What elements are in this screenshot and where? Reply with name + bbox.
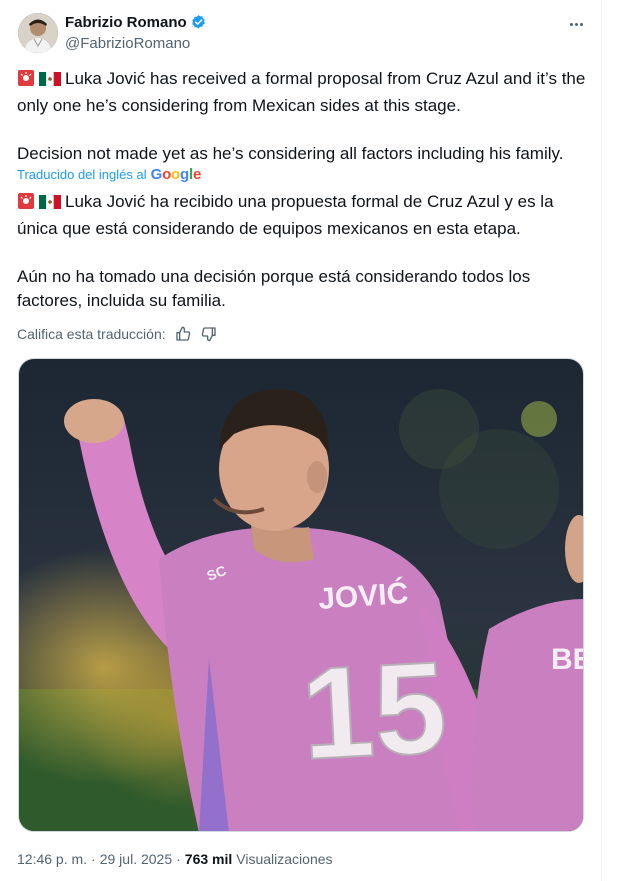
view-count: 763 mil	[184, 851, 233, 867]
meta-separator: ·	[91, 851, 96, 867]
tweet-date[interactable]: 29 jul. 2025	[100, 851, 172, 867]
translation-line-1: Luka Jović ha recibido una propuesta for…	[17, 192, 554, 238]
meta-separator-2: ·	[176, 851, 181, 867]
tweet-header: Fabrizio Romano @FabrizioRomano	[17, 12, 587, 56]
mexico-flag-icon	[39, 70, 61, 94]
rate-translation-label: Califica esta traducción:	[17, 326, 166, 342]
translation-paragraph-1: Luka Jović ha recibido una propuesta for…	[17, 190, 587, 241]
tweet-original-text: Luka Jović has received a formal proposa…	[17, 67, 587, 166]
original-line-2: Decision not made yet as he’s considerin…	[17, 144, 564, 163]
more-options-icon[interactable]	[565, 14, 587, 34]
display-name[interactable]: Fabrizio Romano	[65, 14, 187, 31]
jersey-name: JOVIĆ	[317, 576, 409, 616]
translated-by-label[interactable]: Traducido del inglés al Google	[17, 166, 201, 183]
thumbs-up-icon[interactable]	[174, 325, 192, 343]
tweet-photo[interactable]: SC JOVIĆ 15 BE	[18, 358, 584, 832]
teammate-jersey-text: BE	[551, 643, 584, 676]
original-paragraph-1: Luka Jović has received a formal proposa…	[17, 67, 587, 118]
view-count-label[interactable]: Visualizaciones	[236, 851, 332, 867]
verified-badge-icon	[190, 14, 207, 31]
google-logo: Google	[150, 166, 202, 183]
avatar[interactable]	[18, 13, 58, 53]
translated-label: Traducido del inglés al	[17, 167, 147, 182]
tweet-meta: 12:46 p. m. · 29 jul. 2025 · 763 mil Vis…	[17, 851, 333, 867]
column-border	[601, 0, 602, 881]
tweet-time[interactable]: 12:46 p. m.	[17, 851, 87, 867]
rate-translation: Califica esta traducción:	[17, 325, 218, 343]
siren-emoji-icon	[17, 69, 35, 94]
handle[interactable]: @FabrizioRomano	[65, 35, 190, 52]
name-row: Fabrizio Romano	[65, 14, 207, 31]
mexico-flag-icon	[39, 193, 61, 217]
jersey-number: 15	[298, 634, 450, 787]
translation-line-2: Aún no ha tomado una decisión porque est…	[17, 267, 531, 310]
thumbs-down-icon[interactable]	[200, 325, 218, 343]
siren-emoji-icon	[17, 192, 35, 217]
tweet[interactable]: Fabrizio Romano @FabrizioRomano Luka Jov…	[0, 0, 601, 881]
tweet-translation-text: Luka Jović ha recibido una propuesta for…	[17, 190, 587, 313]
original-line-1: Luka Jović has received a formal proposa…	[17, 69, 586, 115]
